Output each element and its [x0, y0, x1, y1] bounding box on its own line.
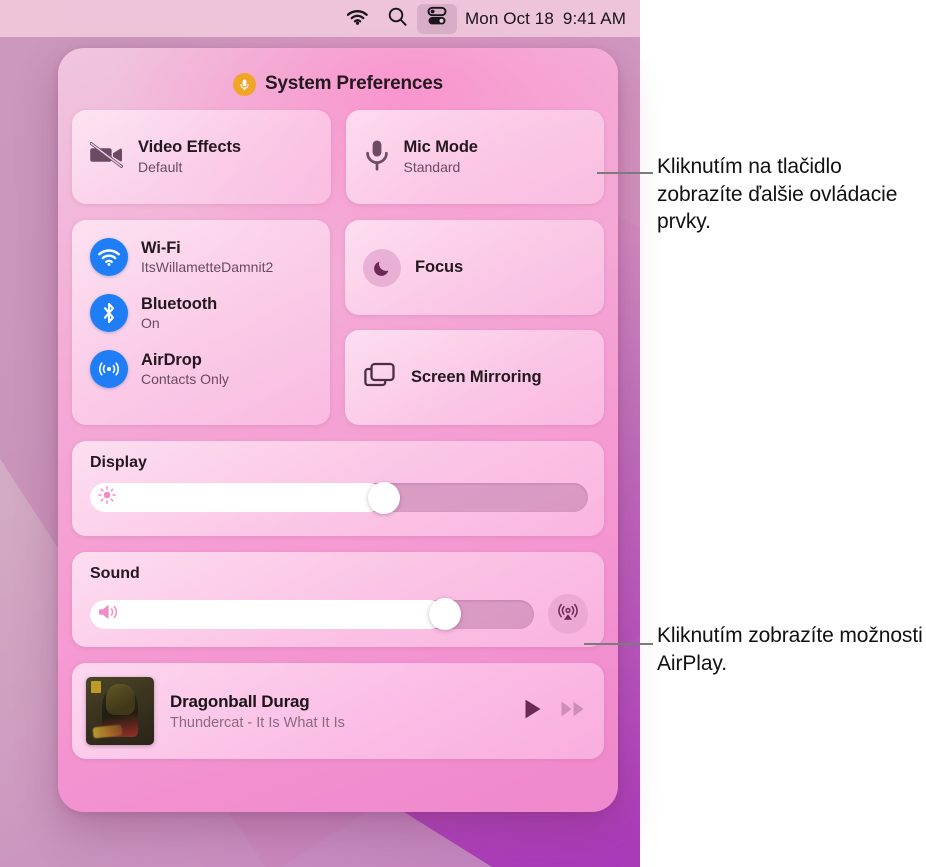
speaker-waves-icon	[98, 603, 120, 626]
menubar-date: Mon Oct 18	[465, 8, 554, 28]
airdrop-label: AirDrop	[141, 350, 202, 369]
now-playing-controls	[523, 698, 586, 725]
bluetooth-label: Bluetooth	[141, 294, 218, 313]
display-label: Display	[90, 454, 147, 471]
microphone-icon	[232, 72, 256, 96]
control-center-panel: System Preferences Video Effects Default	[58, 48, 618, 812]
menubar-clock[interactable]: Mon Oct 18 9:41 AM	[457, 9, 626, 29]
focus-mirroring-column: Focus Screen Mirroring	[345, 220, 604, 425]
display-brightness-slider[interactable]	[90, 481, 588, 514]
video-effects-tile[interactable]: Video Effects Default	[72, 110, 331, 204]
wifi-labels: Wi-Fi ItsWillametteDamnit2	[141, 239, 273, 275]
display-slider-row	[90, 481, 588, 514]
airdrop-row[interactable]: AirDrop Contacts Only	[90, 350, 330, 388]
wifi-row[interactable]: Wi-Fi ItsWillametteDamnit2	[90, 238, 330, 276]
callout-leader-line-2	[584, 643, 653, 645]
screen-mirroring-label: Screen Mirroring	[411, 368, 542, 386]
display-slider-knob[interactable]	[367, 481, 400, 514]
video-effects-value: Default	[138, 159, 183, 176]
mic-mode-labels: Mic Mode Standard	[404, 138, 478, 175]
now-playing-artist-album: Thundercat - It Is What It Is	[170, 714, 345, 731]
menubar-wifi-button[interactable]	[337, 4, 378, 34]
av-controls-row: Video Effects Default Mic Mode Standard	[72, 110, 604, 204]
focus-tile[interactable]: Focus	[345, 220, 604, 315]
bluetooth-row[interactable]: Bluetooth On	[90, 294, 330, 332]
brightness-icon	[98, 486, 116, 509]
wifi-value: ItsWillametteDamnit2	[141, 258, 274, 275]
display-tile: Display	[72, 441, 604, 536]
play-icon[interactable]	[523, 698, 543, 725]
focus-label: Focus	[415, 258, 464, 276]
screen-mirroring-icon	[363, 361, 397, 394]
now-playing-track: Dragonball Durag	[170, 691, 310, 711]
album-art	[86, 677, 154, 745]
moon-icon	[363, 248, 401, 287]
display-slider-fill	[90, 483, 384, 512]
album-art-stamp	[90, 681, 101, 693]
screen: Mon Oct 18 9:41 AM System Preferences Vi…	[0, 0, 926, 867]
wifi-icon	[346, 8, 368, 30]
connectivity-tile: Wi-Fi ItsWillametteDamnit2 Bluetooth On …	[72, 220, 330, 425]
video-effects-label: Video Effects	[138, 138, 241, 157]
search-icon	[388, 7, 407, 31]
menubar-spotlight-button[interactable]	[378, 4, 417, 34]
now-playing-tile[interactable]: Dragonball Durag Thundercat - It Is What…	[72, 663, 604, 759]
bluetooth-value: On	[141, 314, 160, 331]
menubar-control-center-button[interactable]	[417, 3, 458, 34]
control-center-icon	[426, 5, 448, 32]
video-camera-off-icon	[89, 141, 124, 173]
wifi-icon[interactable]	[90, 238, 128, 276]
menubar-time: 9:41 AM	[562, 8, 626, 28]
control-center-header: System Preferences	[72, 62, 604, 106]
fast-forward-icon[interactable]	[560, 700, 586, 723]
sound-slider-fill	[90, 599, 446, 629]
sound-slider-row	[90, 594, 588, 634]
airdrop-icon[interactable]	[90, 350, 128, 388]
airplay-audio-icon	[556, 600, 580, 629]
connectivity-column: Wi-Fi ItsWillametteDamnit2 Bluetooth On …	[72, 220, 330, 425]
sound-label: Sound	[90, 565, 140, 582]
mic-mode-tile[interactable]: Mic Mode Standard	[345, 110, 604, 204]
mic-mode-label: Mic Mode	[403, 138, 478, 157]
page-title: System Preferences	[264, 73, 444, 94]
sound-slider-knob[interactable]	[429, 598, 462, 630]
airdrop-labels: AirDrop Contacts Only	[141, 351, 229, 387]
sound-tile: Sound	[72, 552, 604, 647]
airdrop-value: Contacts Only	[141, 370, 229, 387]
wifi-label: Wi-Fi	[141, 238, 181, 257]
callout-text-airplay-options: Kliknutím zobrazíte možnosti AirPlay.	[657, 624, 923, 675]
video-effects-labels: Video Effects Default	[138, 138, 241, 175]
album-art-hair	[106, 683, 135, 716]
callout-text-more-controls: Kliknutím na tlačidlo zobrazíte ďalšie o…	[657, 155, 898, 234]
screen-mirroring-tile[interactable]: Screen Mirroring	[345, 330, 604, 425]
sound-volume-slider[interactable]	[90, 598, 534, 630]
mic-mode-value: Standard	[403, 159, 461, 176]
bluetooth-labels: Bluetooth On	[141, 295, 217, 331]
connectivity-and-focus-row: Wi-Fi ItsWillametteDamnit2 Bluetooth On …	[72, 220, 604, 425]
microphone-icon	[364, 139, 390, 176]
bluetooth-icon[interactable]	[90, 294, 128, 332]
airplay-audio-button[interactable]	[548, 594, 588, 634]
callout-leader-line-1	[597, 172, 653, 174]
menu-bar: Mon Oct 18 9:41 AM	[0, 0, 640, 37]
now-playing-labels: Dragonball Durag Thundercat - It Is What…	[170, 692, 507, 731]
